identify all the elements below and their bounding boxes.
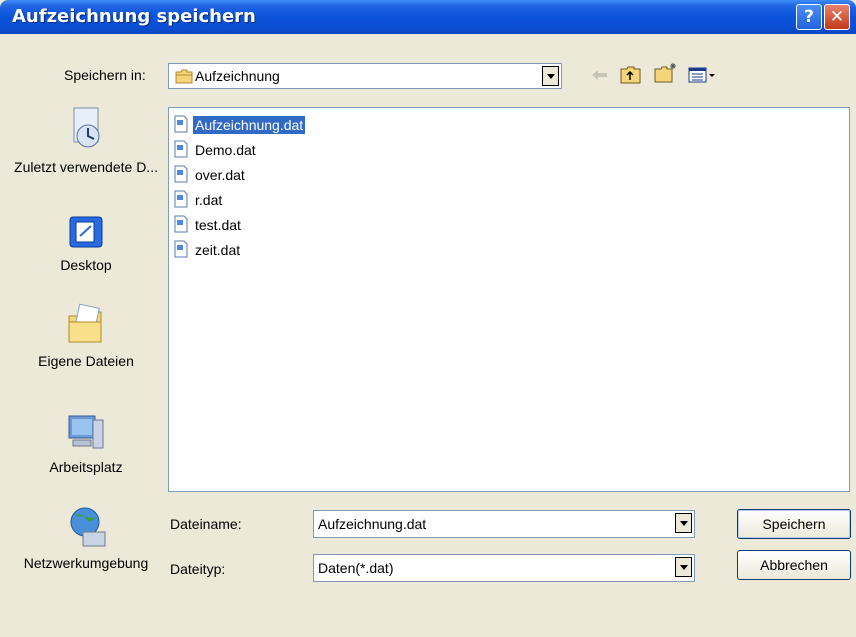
place-my-documents[interactable]: Eigene Dateien bbox=[12, 302, 160, 370]
file-item[interactable]: r.dat bbox=[173, 189, 224, 211]
close-button[interactable]: ✕ bbox=[824, 4, 850, 30]
dat-file-icon bbox=[173, 140, 189, 161]
file-item[interactable]: Demo.dat bbox=[173, 139, 258, 161]
filename-value: Aufzeichnung.dat bbox=[318, 516, 427, 532]
save-in-dropdown[interactable]: Aufzeichnung bbox=[168, 63, 562, 89]
file-item[interactable]: zeit.dat bbox=[173, 239, 242, 261]
save-dialog: Aufzeichnung speichern ? ✕ Speichern in:… bbox=[0, 0, 856, 637]
save-in-dropdown-button[interactable] bbox=[542, 66, 559, 86]
file-name: test.dat bbox=[195, 217, 241, 233]
place-my-computer[interactable]: Arbeitsplatz bbox=[12, 412, 160, 476]
filetype-dropdown-button[interactable] bbox=[675, 557, 692, 577]
my-documents-icon bbox=[65, 303, 107, 349]
filename-label: Dateiname: bbox=[170, 516, 242, 532]
dat-file-icon bbox=[173, 165, 189, 186]
place-network[interactable]: Netzwerkumgebung bbox=[12, 504, 160, 572]
place-network-label: Netzwerkumgebung bbox=[23, 555, 149, 571]
place-recent[interactable]: Zuletzt verwendete D... bbox=[12, 106, 160, 176]
filetype-label: Dateityp: bbox=[170, 561, 226, 577]
place-recent-label: Zuletzt verwendete D... bbox=[14, 159, 158, 175]
file-name: Aufzeichnung.dat bbox=[193, 116, 306, 134]
dat-file-icon bbox=[173, 190, 189, 211]
help-icon: ? bbox=[804, 7, 814, 27]
place-desktop[interactable]: Desktop bbox=[12, 214, 160, 274]
file-name: zeit.dat bbox=[195, 242, 241, 258]
place-desktop-label: Desktop bbox=[60, 257, 112, 273]
file-item[interactable]: test.dat bbox=[173, 214, 243, 236]
file-name: r.dat bbox=[195, 192, 223, 208]
filename-input[interactable]: Aufzeichnung.dat bbox=[313, 510, 695, 538]
file-name: over.dat bbox=[195, 167, 245, 183]
up-folder-icon[interactable] bbox=[620, 66, 642, 87]
filename-dropdown-button[interactable] bbox=[675, 513, 692, 533]
title-bar[interactable]: Aufzeichnung speichern ? ✕ bbox=[0, 0, 856, 34]
save-button[interactable]: Speichern bbox=[737, 509, 851, 539]
save-in-value: Aufzeichnung bbox=[195, 68, 280, 84]
view-menu-icon[interactable] bbox=[688, 66, 716, 87]
close-icon: ✕ bbox=[829, 7, 845, 27]
new-folder-icon[interactable] bbox=[654, 62, 678, 87]
places-bar: Zuletzt verwendete D... Desktop Eigene D… bbox=[12, 106, 160, 606]
dat-file-icon bbox=[173, 115, 189, 136]
dat-file-icon bbox=[173, 240, 189, 261]
filetype-value: Daten(*.dat) bbox=[318, 560, 394, 576]
window-title: Aufzeichnung speichern bbox=[12, 6, 256, 27]
file-item[interactable]: Aufzeichnung.dat bbox=[173, 114, 306, 136]
folder-icon bbox=[175, 69, 193, 87]
place-my-computer-label: Arbeitsplatz bbox=[49, 459, 123, 475]
recent-documents-icon bbox=[66, 107, 106, 155]
cancel-button[interactable]: Abbrechen bbox=[737, 550, 851, 580]
back-arrow-icon[interactable] bbox=[590, 66, 610, 87]
save-button-label: Speichern bbox=[762, 516, 826, 532]
file-list[interactable]: Aufzeichnung.dat Demo.dat over.dat r.dat… bbox=[168, 107, 850, 492]
save-in-label: Speichern in: bbox=[64, 67, 146, 83]
cancel-button-label: Abbrechen bbox=[760, 557, 828, 573]
help-button[interactable]: ? bbox=[796, 4, 822, 30]
network-icon bbox=[65, 507, 107, 551]
file-item[interactable]: over.dat bbox=[173, 164, 247, 186]
file-name: Demo.dat bbox=[195, 142, 256, 158]
place-my-documents-label: Eigene Dateien bbox=[38, 353, 134, 369]
filetype-select[interactable]: Daten(*.dat) bbox=[313, 554, 695, 582]
dat-file-icon bbox=[173, 215, 189, 236]
desktop-icon bbox=[67, 216, 105, 253]
my-computer-icon bbox=[65, 415, 107, 455]
